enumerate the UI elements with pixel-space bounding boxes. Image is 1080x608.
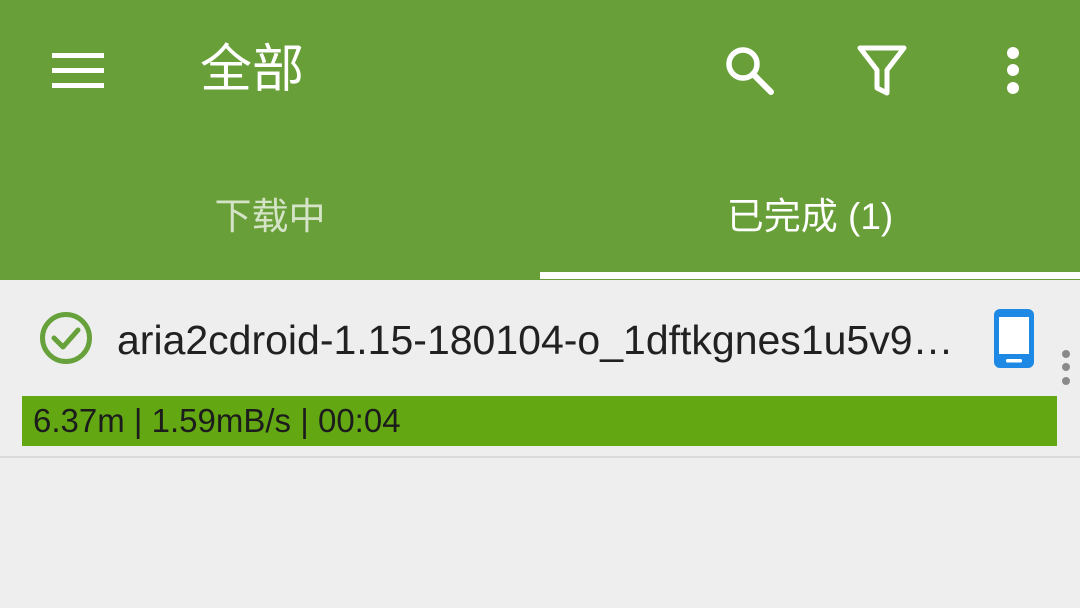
menu-icon <box>52 50 104 90</box>
download-list: aria2cdroid-1.15-180104-o_1dftkgnes1u5v9… <box>0 280 1080 608</box>
download-item[interactable]: aria2cdroid-1.15-180104-o_1dftkgnes1u5v9… <box>0 280 1080 456</box>
menu-button[interactable] <box>52 50 104 90</box>
list-divider <box>0 456 1080 458</box>
overflow-menu-button[interactable] <box>1000 40 1026 100</box>
tab-downloading[interactable]: 下载中 <box>0 140 540 272</box>
download-speed: 1.59mB/s <box>151 402 292 439</box>
tab-bar: 下载中 已完成 (1) <box>0 140 1080 280</box>
more-vert-icon <box>1000 40 1026 100</box>
item-more-button[interactable] <box>1058 344 1074 390</box>
search-icon <box>720 42 776 98</box>
filter-icon <box>856 44 908 96</box>
app-bar: 全部 <box>0 0 1080 140</box>
phone-icon <box>992 306 1036 370</box>
tab-indicator <box>540 272 1080 279</box>
progress-stats: 6.37m | 1.59mB/s | 00:04 <box>33 396 401 446</box>
filter-button[interactable] <box>856 44 908 96</box>
more-vert-icon <box>1058 344 1074 390</box>
search-button[interactable] <box>720 42 776 98</box>
stats-separator: | <box>291 402 318 439</box>
tab-label: 已完成 (1) <box>726 196 894 237</box>
progress-bar: 6.37m | 1.59mB/s | 00:04 <box>22 396 1057 446</box>
tab-completed[interactable]: 已完成 (1) <box>540 140 1080 272</box>
check-circle-icon <box>38 310 94 366</box>
elapsed-time: 00:04 <box>317 402 401 439</box>
page-title: 全部 <box>200 41 305 99</box>
stats-separator: | <box>124 402 152 439</box>
tab-label: 下载中 <box>214 196 326 237</box>
downloaded-size: 6.37m <box>33 402 125 439</box>
download-filename: aria2cdroid-1.15-180104-o_1dftkgnes1u5v9… <box>117 317 954 363</box>
